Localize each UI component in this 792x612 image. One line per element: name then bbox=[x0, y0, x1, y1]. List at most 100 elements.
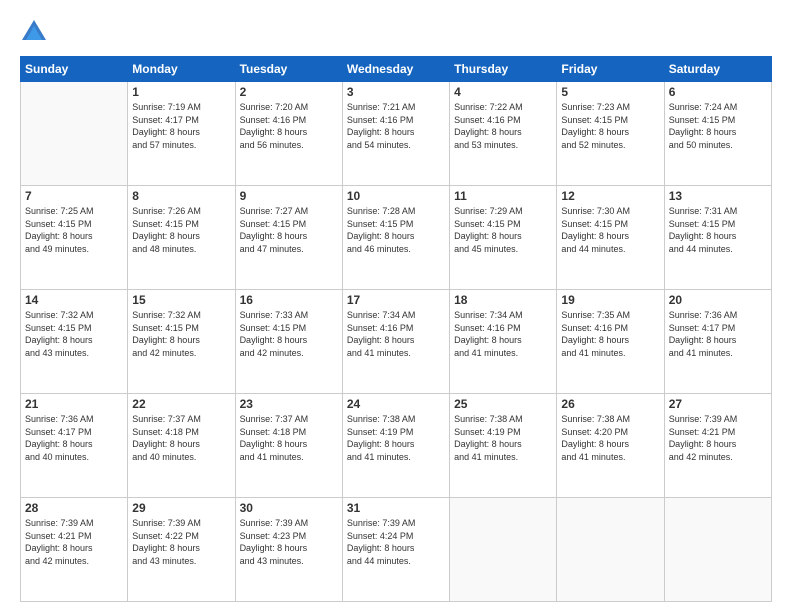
calendar-cell: 21 Sunrise: 7:36 AM Sunset: 4:17 PM Dayli… bbox=[21, 394, 128, 498]
calendar-cell: 1 Sunrise: 7:19 AM Sunset: 4:17 PM Daylig… bbox=[128, 82, 235, 186]
calendar-cell: 18Sunrise: 7:34 AM Sunset: 4:16 PM Dayli… bbox=[450, 290, 557, 394]
cell-content: Sunrise: 7:37 AM Sunset: 4:18 PM Dayligh… bbox=[240, 413, 338, 463]
day-number: 3 bbox=[347, 85, 445, 99]
calendar-cell: 9 Sunrise: 7:27 AM Sunset: 4:15 PM Daylig… bbox=[235, 186, 342, 290]
calendar-cell: 3 Sunrise: 7:21 AM Sunset: 4:16 PM Daylig… bbox=[342, 82, 449, 186]
cell-content: Sunrise: 7:38 AM Sunset: 4:20 PM Dayligh… bbox=[561, 413, 659, 463]
cell-content: Sunrise: 7:36 AM Sunset: 4:17 PM Dayligh… bbox=[669, 309, 767, 359]
calendar-week-row: 21 Sunrise: 7:36 AM Sunset: 4:17 PM Dayli… bbox=[21, 394, 772, 498]
calendar-cell: 15 Sunrise: 7:32 AM Sunset: 4:15 PM Dayli… bbox=[128, 290, 235, 394]
cell-content: Sunrise: 7:27 AM Sunset: 4:15 PM Dayligh… bbox=[240, 205, 338, 255]
cell-content: Sunrise: 7:33 AM Sunset: 4:15 PM Dayligh… bbox=[240, 309, 338, 359]
weekday-header: Sunday bbox=[21, 57, 128, 82]
cell-content: Sunrise: 7:25 AM Sunset: 4:15 PM Dayligh… bbox=[25, 205, 123, 255]
cell-content: Sunrise: 7:31 AM Sunset: 4:15 PM Dayligh… bbox=[669, 205, 767, 255]
day-number: 19 bbox=[561, 293, 659, 307]
cell-content: Sunrise: 7:23 AM Sunset: 4:15 PM Dayligh… bbox=[561, 101, 659, 151]
calendar-cell: 26 Sunrise: 7:38 AM Sunset: 4:20 PM Dayli… bbox=[557, 394, 664, 498]
cell-content: Sunrise: 7:19 AM Sunset: 4:17 PM Dayligh… bbox=[132, 101, 230, 151]
page: SundayMondayTuesdayWednesdayThursdayFrid… bbox=[0, 0, 792, 612]
day-number: 1 bbox=[132, 85, 230, 99]
day-number: 28 bbox=[25, 501, 123, 515]
calendar-cell: 17 Sunrise: 7:34 AM Sunset: 4:16 PM Dayli… bbox=[342, 290, 449, 394]
calendar-cell: 14 Sunrise: 7:32 AM Sunset: 4:15 PM Dayli… bbox=[21, 290, 128, 394]
cell-content: Sunrise: 7:39 AM Sunset: 4:23 PM Dayligh… bbox=[240, 517, 338, 567]
cell-content: Sunrise: 7:39 AM Sunset: 4:21 PM Dayligh… bbox=[25, 517, 123, 567]
calendar-table: SundayMondayTuesdayWednesdayThursdayFrid… bbox=[20, 56, 772, 602]
day-number: 21 bbox=[25, 397, 123, 411]
calendar-cell: 2Sunrise: 7:20 AM Sunset: 4:16 PM Daylig… bbox=[235, 82, 342, 186]
calendar-cell: 20 Sunrise: 7:36 AM Sunset: 4:17 PM Dayli… bbox=[664, 290, 771, 394]
weekday-header: Friday bbox=[557, 57, 664, 82]
cell-content: Sunrise: 7:30 AM Sunset: 4:15 PM Dayligh… bbox=[561, 205, 659, 255]
cell-content: Sunrise: 7:29 AM Sunset: 4:15 PM Dayligh… bbox=[454, 205, 552, 255]
calendar-week-row: 28 Sunrise: 7:39 AM Sunset: 4:21 PM Dayli… bbox=[21, 498, 772, 602]
calendar-cell: 8Sunrise: 7:26 AM Sunset: 4:15 PM Daylig… bbox=[128, 186, 235, 290]
weekday-header: Wednesday bbox=[342, 57, 449, 82]
day-number: 16 bbox=[240, 293, 338, 307]
calendar-cell bbox=[450, 498, 557, 602]
day-number: 26 bbox=[561, 397, 659, 411]
cell-content: Sunrise: 7:36 AM Sunset: 4:17 PM Dayligh… bbox=[25, 413, 123, 463]
weekday-header: Tuesday bbox=[235, 57, 342, 82]
day-number: 5 bbox=[561, 85, 659, 99]
cell-content: Sunrise: 7:38 AM Sunset: 4:19 PM Dayligh… bbox=[454, 413, 552, 463]
weekday-header: Saturday bbox=[664, 57, 771, 82]
calendar-cell: 7 Sunrise: 7:25 AM Sunset: 4:15 PM Daylig… bbox=[21, 186, 128, 290]
day-number: 27 bbox=[669, 397, 767, 411]
weekday-header: Thursday bbox=[450, 57, 557, 82]
cell-content: Sunrise: 7:39 AM Sunset: 4:22 PM Dayligh… bbox=[132, 517, 230, 567]
cell-content: Sunrise: 7:26 AM Sunset: 4:15 PM Dayligh… bbox=[132, 205, 230, 255]
day-number: 18 bbox=[454, 293, 552, 307]
calendar-cell: 12 Sunrise: 7:30 AM Sunset: 4:15 PM Dayli… bbox=[557, 186, 664, 290]
calendar-header-row: SundayMondayTuesdayWednesdayThursdayFrid… bbox=[21, 57, 772, 82]
cell-content: Sunrise: 7:39 AM Sunset: 4:21 PM Dayligh… bbox=[669, 413, 767, 463]
day-number: 7 bbox=[25, 189, 123, 203]
calendar-cell: 28 Sunrise: 7:39 AM Sunset: 4:21 PM Dayli… bbox=[21, 498, 128, 602]
cell-content: Sunrise: 7:21 AM Sunset: 4:16 PM Dayligh… bbox=[347, 101, 445, 151]
calendar-cell bbox=[21, 82, 128, 186]
day-number: 2 bbox=[240, 85, 338, 99]
day-number: 25 bbox=[454, 397, 552, 411]
cell-content: Sunrise: 7:39 AM Sunset: 4:24 PM Dayligh… bbox=[347, 517, 445, 567]
day-number: 10 bbox=[347, 189, 445, 203]
cell-content: Sunrise: 7:32 AM Sunset: 4:15 PM Dayligh… bbox=[25, 309, 123, 359]
logo bbox=[20, 18, 54, 46]
calendar-cell: 16 Sunrise: 7:33 AM Sunset: 4:15 PM Dayli… bbox=[235, 290, 342, 394]
day-number: 9 bbox=[240, 189, 338, 203]
calendar-cell: 23 Sunrise: 7:37 AM Sunset: 4:18 PM Dayli… bbox=[235, 394, 342, 498]
cell-content: Sunrise: 7:35 AM Sunset: 4:16 PM Dayligh… bbox=[561, 309, 659, 359]
calendar-cell: 22Sunrise: 7:37 AM Sunset: 4:18 PM Dayli… bbox=[128, 394, 235, 498]
day-number: 30 bbox=[240, 501, 338, 515]
calendar-cell: 27 Sunrise: 7:39 AM Sunset: 4:21 PM Dayli… bbox=[664, 394, 771, 498]
cell-content: Sunrise: 7:38 AM Sunset: 4:19 PM Dayligh… bbox=[347, 413, 445, 463]
day-number: 12 bbox=[561, 189, 659, 203]
weekday-header: Monday bbox=[128, 57, 235, 82]
logo-icon bbox=[20, 18, 48, 46]
day-number: 17 bbox=[347, 293, 445, 307]
calendar-cell: 10 Sunrise: 7:28 AM Sunset: 4:15 PM Dayli… bbox=[342, 186, 449, 290]
cell-content: Sunrise: 7:22 AM Sunset: 4:16 PM Dayligh… bbox=[454, 101, 552, 151]
calendar-cell: 31 Sunrise: 7:39 AM Sunset: 4:24 PM Dayli… bbox=[342, 498, 449, 602]
calendar-cell: 25 Sunrise: 7:38 AM Sunset: 4:19 PM Dayli… bbox=[450, 394, 557, 498]
calendar-cell: 30 Sunrise: 7:39 AM Sunset: 4:23 PM Dayli… bbox=[235, 498, 342, 602]
cell-content: Sunrise: 7:37 AM Sunset: 4:18 PM Dayligh… bbox=[132, 413, 230, 463]
calendar-cell: 6Sunrise: 7:24 AM Sunset: 4:15 PM Daylig… bbox=[664, 82, 771, 186]
day-number: 15 bbox=[132, 293, 230, 307]
day-number: 13 bbox=[669, 189, 767, 203]
cell-content: Sunrise: 7:24 AM Sunset: 4:15 PM Dayligh… bbox=[669, 101, 767, 151]
calendar-cell: 13 Sunrise: 7:31 AM Sunset: 4:15 PM Dayli… bbox=[664, 186, 771, 290]
day-number: 20 bbox=[669, 293, 767, 307]
day-number: 23 bbox=[240, 397, 338, 411]
calendar-body: 1 Sunrise: 7:19 AM Sunset: 4:17 PM Daylig… bbox=[21, 82, 772, 602]
calendar-cell: 29Sunrise: 7:39 AM Sunset: 4:22 PM Dayli… bbox=[128, 498, 235, 602]
day-number: 31 bbox=[347, 501, 445, 515]
cell-content: Sunrise: 7:34 AM Sunset: 4:16 PM Dayligh… bbox=[347, 309, 445, 359]
cell-content: Sunrise: 7:28 AM Sunset: 4:15 PM Dayligh… bbox=[347, 205, 445, 255]
cell-content: Sunrise: 7:32 AM Sunset: 4:15 PM Dayligh… bbox=[132, 309, 230, 359]
calendar-cell: 11Sunrise: 7:29 AM Sunset: 4:15 PM Dayli… bbox=[450, 186, 557, 290]
calendar-cell bbox=[557, 498, 664, 602]
day-number: 14 bbox=[25, 293, 123, 307]
calendar-cell: 19 Sunrise: 7:35 AM Sunset: 4:16 PM Dayli… bbox=[557, 290, 664, 394]
calendar-cell: 4Sunrise: 7:22 AM Sunset: 4:16 PM Daylig… bbox=[450, 82, 557, 186]
